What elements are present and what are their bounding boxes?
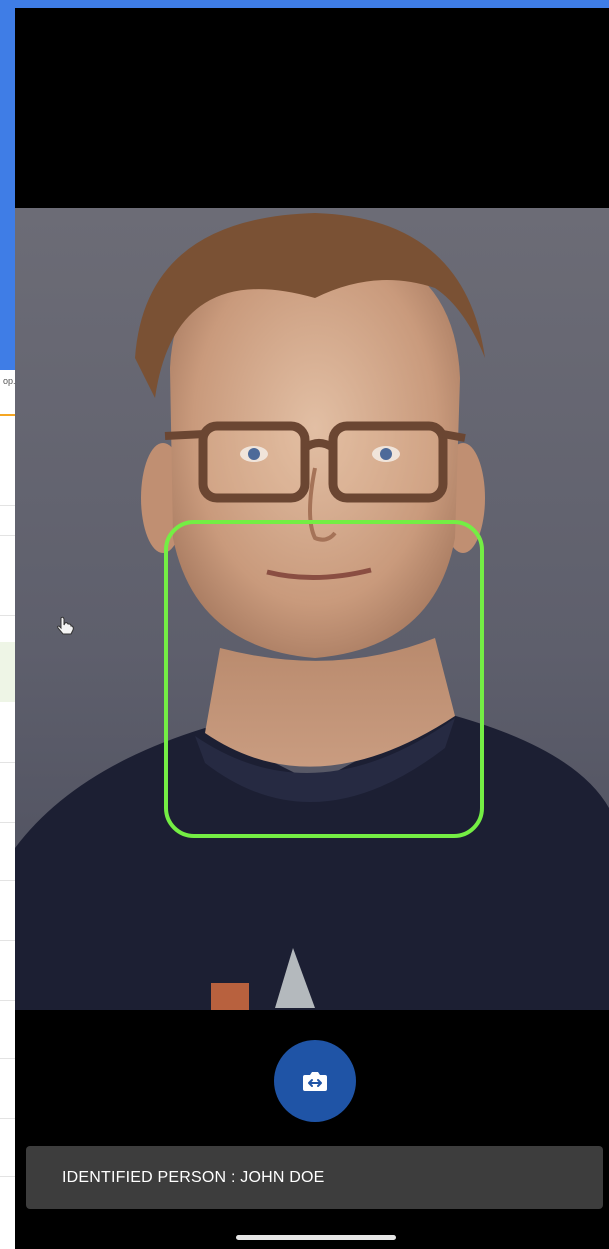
camera-preview[interactable]: [15, 208, 609, 1010]
identification-status-bar: IDENTIFIED PERSON : JOHN DOE: [26, 1146, 603, 1209]
home-indicator[interactable]: [236, 1235, 396, 1240]
hand-cursor-icon: [57, 616, 74, 635]
switch-camera-icon: [303, 1072, 327, 1091]
face-detection-box: [164, 520, 484, 838]
switch-camera-button[interactable]: [274, 1040, 356, 1122]
identified-person-text: IDENTIFIED PERSON : JOHN DOE: [62, 1168, 325, 1186]
phone-screen: IDENTIFIED PERSON : JOHN DOE: [15, 8, 609, 1249]
